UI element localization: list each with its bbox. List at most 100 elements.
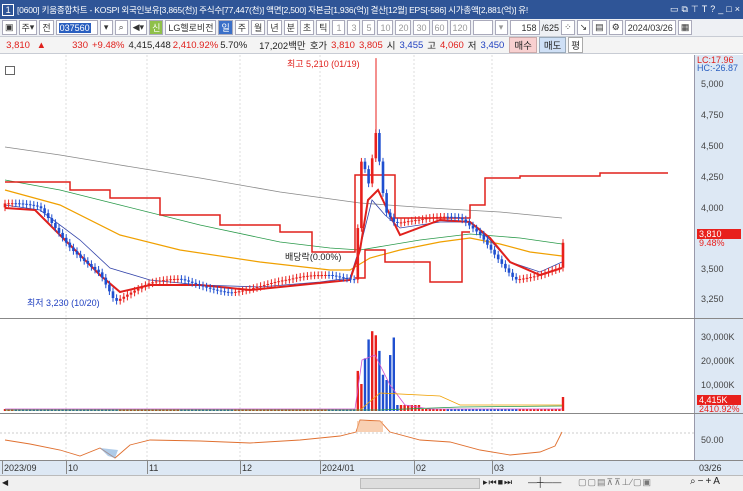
resistance-step-line (5, 172, 668, 253)
candle-body (327, 274, 331, 276)
volume-bar (425, 409, 428, 411)
candle-body (493, 249, 496, 255)
maximize-icon[interactable]: □ (726, 4, 731, 15)
candle-body (154, 281, 158, 283)
candle-body (212, 288, 216, 290)
candle-body (313, 275, 316, 277)
high-annotation: 최고 5,210 (01/19) (287, 59, 360, 69)
grid-icon[interactable] (5, 66, 15, 75)
scroll-left-button[interactable]: ◀ (2, 478, 8, 487)
x-label: 12 (240, 461, 253, 474)
candle-body (561, 242, 565, 268)
font-icon[interactable]: T (702, 4, 708, 15)
candle-body (10, 203, 14, 205)
candle-body (316, 275, 320, 277)
zoom-controls[interactable]: ⌕−+A (690, 476, 722, 487)
low-annotation: 최저 3,230 (10/20) (27, 298, 100, 308)
candle-body (450, 216, 453, 218)
candle-body (295, 277, 298, 279)
candle-body (460, 217, 464, 220)
candle-body (457, 217, 460, 219)
candle-body (363, 161, 367, 170)
candle-body (385, 193, 388, 213)
candle-body (331, 275, 334, 277)
scrollbar-thumb[interactable] (360, 478, 480, 489)
volume-bar (363, 358, 367, 411)
candle-body (504, 263, 507, 269)
price-tick: 4,000 (701, 203, 724, 213)
x-label: 02 (414, 461, 427, 474)
candle-body (280, 280, 284, 282)
candle-body (507, 268, 511, 273)
candle-body (14, 203, 18, 205)
candle-body (352, 279, 356, 281)
candle-body (46, 213, 50, 219)
volume-tick: 20,000K (701, 356, 735, 366)
candle-body (169, 279, 172, 281)
candle-body (349, 278, 352, 280)
candle-body (90, 263, 93, 267)
candle-body (475, 228, 478, 232)
candle-body (82, 257, 86, 261)
price-tick: 3,500 (701, 264, 724, 274)
candle-body (172, 278, 176, 280)
candle-body (500, 259, 504, 264)
candle-body (453, 216, 457, 218)
indicator-low-zone (100, 448, 118, 458)
candle-body (367, 169, 370, 184)
candle-body (64, 237, 68, 243)
x-axis: 2023/09 10 11 12 2024/01 02 03 03/26 (0, 460, 743, 475)
candle-body (3, 203, 7, 208)
price-tick: 4,250 (701, 172, 724, 182)
candle-body (392, 217, 396, 222)
candle-body (550, 270, 554, 272)
x-label: 2024/01 (320, 461, 355, 474)
candle-body (273, 282, 277, 284)
zoom-slider[interactable]: —┼—— (528, 477, 561, 487)
candle-body (406, 221, 410, 223)
candle-body (543, 273, 547, 275)
x-label: 03 (492, 461, 505, 474)
close-icon[interactable]: × (735, 4, 740, 15)
candle-body (320, 275, 324, 277)
candle-body (410, 220, 414, 222)
candle-body (104, 277, 108, 285)
candle-body (489, 244, 493, 250)
volume-bar (417, 405, 421, 411)
dividend-annotation: 배당락(0.00%) (285, 252, 342, 262)
candle-body (86, 260, 90, 264)
minimize-icon[interactable]: _ (718, 4, 723, 15)
candle-body (532, 276, 536, 278)
candle-body (244, 289, 248, 291)
candle-body (93, 266, 97, 270)
candle-body (126, 294, 129, 297)
candle-body (133, 290, 136, 293)
candle-body (284, 279, 288, 281)
candle-body (360, 161, 363, 229)
chart-tool-icons[interactable]: ▢▢▤⊼⊼⊥∕▢▣ (578, 477, 652, 488)
candle-body (248, 288, 252, 290)
volume-bar (399, 405, 403, 411)
volume-bar (385, 380, 388, 411)
candle-body (464, 219, 468, 223)
candle-body (306, 275, 309, 277)
candle-body (338, 276, 342, 278)
candle-body (43, 208, 46, 214)
ma-10-line (4, 199, 563, 288)
candle-body (165, 279, 169, 281)
volume-bar (414, 405, 417, 411)
candle-body (540, 274, 543, 276)
candle-body (259, 285, 262, 288)
candle-body (183, 279, 187, 281)
ma-120-line (4, 146, 563, 219)
candle-body (97, 269, 100, 273)
candle-body (136, 288, 140, 291)
candle-body (482, 234, 486, 240)
candle-body (522, 278, 525, 280)
current-pct-tag: 9.48% (699, 238, 725, 248)
help-icon[interactable]: ? (710, 4, 715, 15)
candle-body (536, 275, 540, 277)
candle-body (432, 217, 435, 219)
playback-controls[interactable]: ▸⏮■⏭ (483, 477, 513, 488)
price-tick: 3,250 (701, 294, 724, 304)
